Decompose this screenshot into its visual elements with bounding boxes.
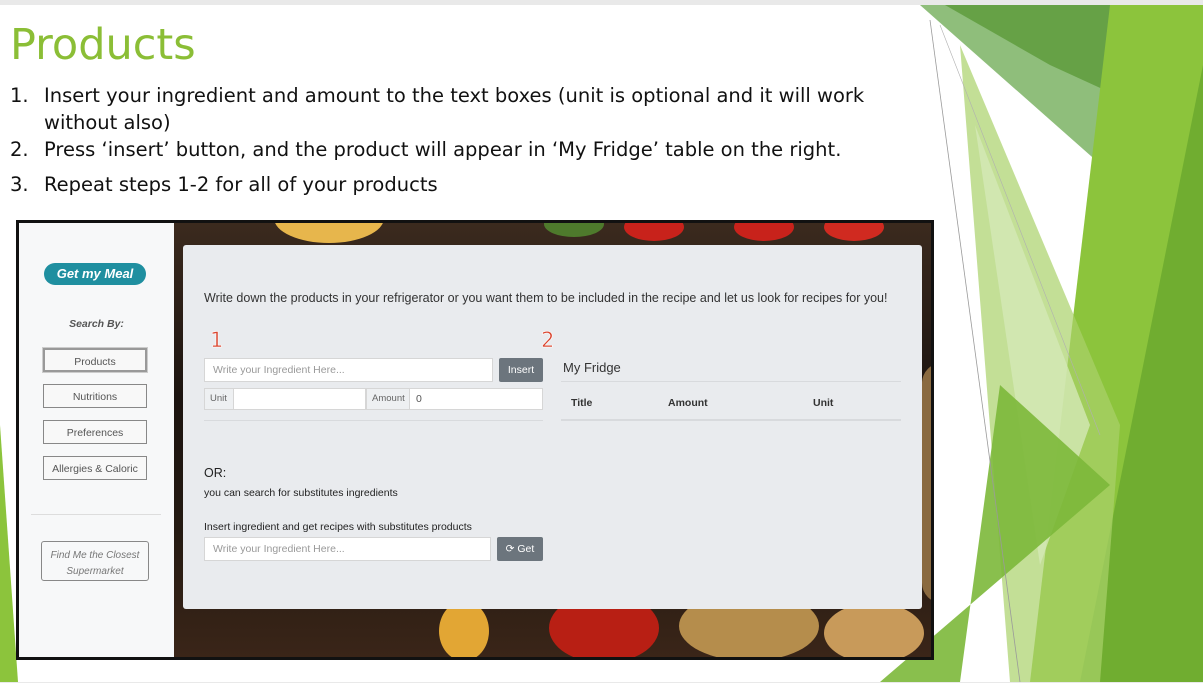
or-label: OR: — [204, 466, 227, 480]
buckwheat-image — [922, 363, 931, 603]
basil-image — [544, 223, 604, 237]
step-3: 3. Repeat steps 1-2 for all of your produ… — [10, 173, 438, 196]
search-by-label: Search By: — [69, 318, 124, 330]
pasta-image — [824, 603, 924, 657]
annotation-marker-2: 2 — [541, 328, 555, 353]
substitutes-prompt: Insert ingredient and get recipes with s… — [204, 521, 472, 533]
step-1: 1. Insert your ingredient and amount to t… — [10, 84, 865, 134]
app-sidebar: Get my Meal Search By: Products Nutritio… — [19, 223, 175, 657]
intro-text: Write down the products in your refriger… — [204, 291, 888, 305]
pasta-image — [274, 223, 384, 243]
slide: Products 1. Insert your ingredient and am… — [0, 5, 1203, 682]
fridge-header-rule — [561, 419, 901, 421]
instruction-list: 1. Insert your ingredient and amount to t… — [10, 82, 915, 198]
step-2: 2. Press ‘insert’ button, and the product… — [10, 138, 842, 161]
fridge-col-unit: Unit — [813, 397, 834, 409]
fridge-col-title: Title — [571, 397, 593, 409]
fusilli-image — [439, 601, 489, 657]
nav-allergies-button[interactable]: Allergies & Caloric — [43, 456, 147, 480]
substitutes-text: you can search for substitutes ingredien… — [204, 487, 398, 499]
nav-products-button[interactable]: Products — [43, 348, 147, 372]
form-divider — [204, 420, 543, 421]
sidebar-divider — [31, 514, 161, 515]
fridge-col-amount: Amount — [668, 397, 708, 409]
insert-button[interactable]: Insert — [499, 358, 543, 382]
unit-input[interactable] — [233, 388, 366, 410]
annotation-marker-1: 1 — [210, 328, 224, 353]
nav-nutritions-button[interactable]: Nutritions — [43, 384, 147, 408]
ingredient-input[interactable]: Write your Ingredient Here... — [204, 358, 493, 382]
tomato-image — [824, 223, 884, 241]
amount-input[interactable]: 0 — [409, 388, 543, 410]
tomato-image — [624, 223, 684, 241]
amount-label: Amount — [366, 388, 410, 410]
fridge-divider — [561, 381, 901, 382]
find-supermarket-button[interactable]: Find Me the Closest Supermarket — [41, 541, 149, 581]
nav-preferences-button[interactable]: Preferences — [43, 420, 147, 444]
app-main: Write down the products in your refriger… — [174, 223, 931, 657]
unit-label: Unit — [204, 388, 234, 410]
app-logo[interactable]: Get my Meal — [44, 263, 146, 285]
app-screenshot: Get my Meal Search By: Products Nutritio… — [16, 220, 934, 660]
get-button[interactable]: ⟳ Get — [497, 537, 543, 561]
products-panel: Write down the products in your refriger… — [183, 245, 922, 609]
substitute-ingredient-input[interactable]: Write your Ingredient Here... — [204, 537, 491, 561]
slide-title: Products — [10, 20, 196, 70]
tomato-image — [734, 223, 794, 241]
my-fridge-title: My Fridge — [563, 360, 621, 375]
refresh-icon: ⟳ — [505, 543, 515, 555]
